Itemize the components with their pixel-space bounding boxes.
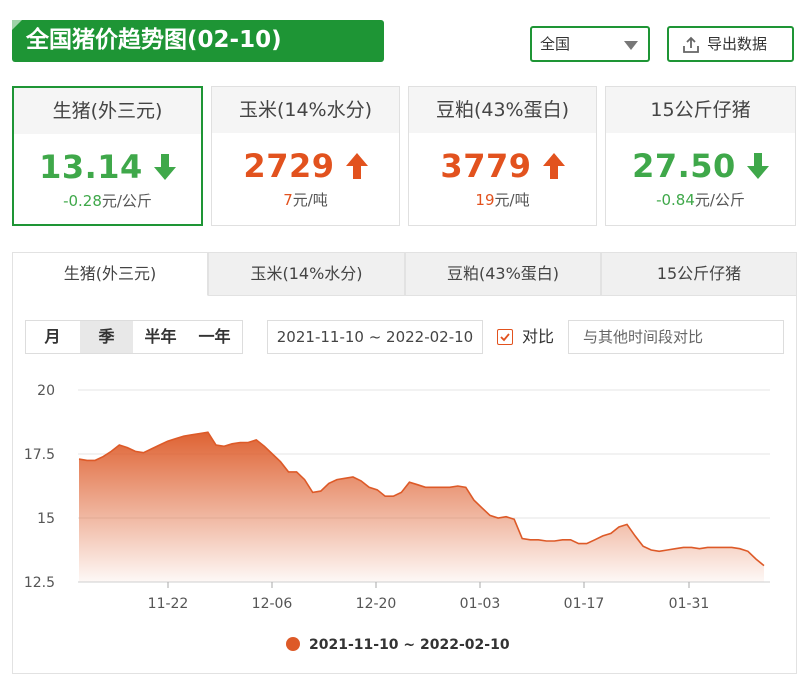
- price-trend-chart: 20 17.5 15 12.5 11-22 12-06 12-20 01-03 01-17 01…: [24, 383, 770, 653]
- x-tick-label: 11-22: [148, 596, 189, 612]
- x-tick-label: 12-06: [252, 596, 293, 612]
- x-tick-label: 01-03: [460, 596, 501, 612]
- legend-label[interactable]: 2021-11-10 ~ 2022-02-10: [309, 637, 510, 653]
- series-area: [79, 432, 764, 582]
- x-tick-label: 01-31: [669, 596, 710, 612]
- x-tick-label: 12-20: [356, 596, 397, 612]
- y-tick-label: 12.5: [24, 575, 55, 591]
- y-tick-label: 17.5: [24, 447, 55, 463]
- x-tick-label: 01-17: [564, 596, 605, 612]
- y-tick-label: 15: [37, 511, 55, 527]
- y-tick-label: 20: [37, 383, 55, 399]
- legend-marker[interactable]: [286, 637, 300, 651]
